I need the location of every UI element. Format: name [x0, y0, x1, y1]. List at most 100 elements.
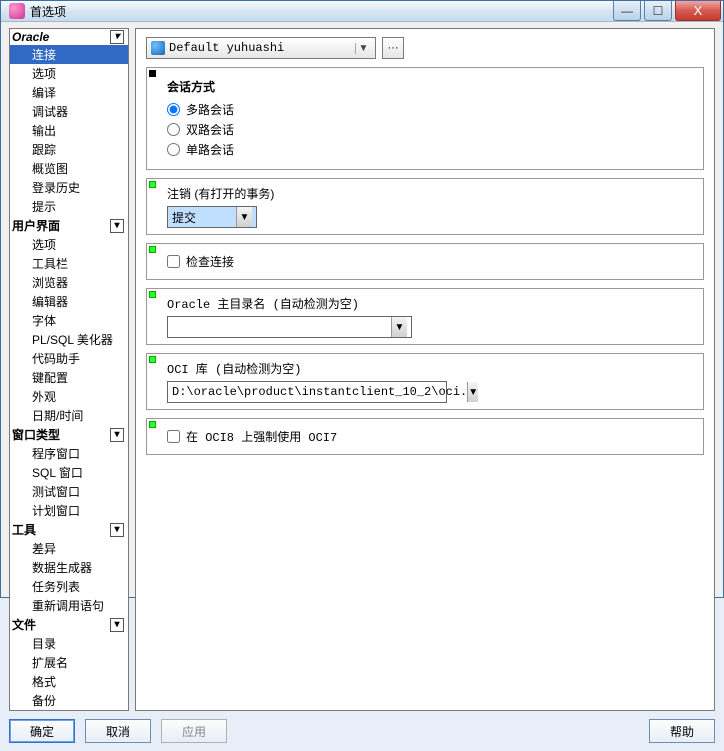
logout-label: 注销 (有打开的事务): [167, 185, 693, 202]
group-marker-icon: [149, 246, 156, 253]
tree-item[interactable]: 扩展名: [10, 653, 128, 672]
tree-category-ui[interactable]: 用户界面▾: [10, 216, 128, 235]
close-button[interactable]: X: [675, 1, 721, 21]
main-row: Oracle▾连接选项编译调试器输出跟踪概览图登录历史提示用户界面▾选项工具栏浏…: [9, 28, 715, 711]
oracle-home-label: Oracle 主目录名 (自动检测为空): [167, 295, 693, 312]
window-title: 首选项: [30, 3, 610, 20]
collapse-icon[interactable]: ▾: [110, 523, 124, 537]
oci-lib-group: OCI 库 (自动检测为空) D:\oracle\product\instant…: [146, 353, 704, 410]
oci-lib-label: OCI 库 (自动检测为空): [167, 360, 693, 377]
tree-item[interactable]: 数据生成器: [10, 558, 128, 577]
tree-item[interactable]: 浏览器: [10, 273, 128, 292]
group-marker-icon: [149, 291, 156, 298]
logout-select[interactable]: 提交 ▼: [167, 206, 257, 228]
profile-combo[interactable]: Default yuhuashi ▼: [146, 37, 376, 59]
help-button[interactable]: 帮助: [649, 719, 715, 743]
tree-item[interactable]: 键配置: [10, 368, 128, 387]
check-connection-group: 检查连接: [146, 243, 704, 280]
tree-item[interactable]: SQL 窗口: [10, 463, 128, 482]
session-mode-radio[interactable]: [167, 123, 180, 136]
collapse-icon[interactable]: ▾: [110, 30, 124, 44]
tree-category-label: 工具: [12, 521, 110, 538]
tree-item[interactable]: 目录: [10, 634, 128, 653]
tree-item[interactable]: 工具栏: [10, 254, 128, 273]
profile-icon: [151, 41, 165, 55]
tree-category-tools[interactable]: 工具▾: [10, 520, 128, 539]
tree-category-oracle[interactable]: Oracle▾: [10, 29, 128, 45]
chevron-down-icon: ▼: [236, 207, 252, 227]
session-mode-radio[interactable]: [167, 143, 180, 156]
tree-item[interactable]: 选项: [10, 235, 128, 254]
collapse-icon[interactable]: ▾: [110, 219, 124, 233]
logout-value: 提交: [172, 209, 236, 226]
tree-item[interactable]: 计划窗口: [10, 501, 128, 520]
tree-item[interactable]: 格式: [10, 672, 128, 691]
tree-category-files[interactable]: 文件▾: [10, 615, 128, 634]
chevron-down-icon: ▼: [355, 43, 371, 54]
collapse-icon[interactable]: ▾: [110, 428, 124, 442]
tree-category-wintype[interactable]: 窗口类型▾: [10, 425, 128, 444]
tree-item[interactable]: 调试器: [10, 102, 128, 121]
force-oci7-row[interactable]: 在 OCI8 上强制使用 OCI7: [167, 428, 693, 445]
tree-item[interactable]: 输出: [10, 121, 128, 140]
logout-group: 注销 (有打开的事务) 提交 ▼: [146, 178, 704, 235]
tree-item[interactable]: 外观: [10, 387, 128, 406]
tree-item[interactable]: 编译: [10, 83, 128, 102]
force-oci7-label: 在 OCI8 上强制使用 OCI7: [186, 428, 337, 445]
force-oci7-checkbox[interactable]: [167, 430, 180, 443]
session-mode-title: 会话方式: [167, 78, 693, 95]
tree-item[interactable]: 日期/时间: [10, 406, 128, 425]
session-mode-radio[interactable]: [167, 103, 180, 116]
tree-item[interactable]: 代码助手: [10, 349, 128, 368]
sidebar: Oracle▾连接选项编译调试器输出跟踪概览图登录历史提示用户界面▾选项工具栏浏…: [9, 28, 129, 711]
tree-item[interactable]: 程序窗口: [10, 444, 128, 463]
tree-item[interactable]: 选项: [10, 64, 128, 83]
tree-item[interactable]: 跟踪: [10, 140, 128, 159]
settings-panel: Default yuhuashi ▼ ··· 会话方式 多路会话双路会话单路会话…: [135, 28, 715, 711]
tree-item[interactable]: 登录历史: [10, 178, 128, 197]
oci-lib-select[interactable]: D:\oracle\product\instantclient_10_2\oci…: [167, 381, 447, 403]
group-marker-icon: [149, 421, 156, 428]
tree-item[interactable]: 字体: [10, 311, 128, 330]
tree-category-label: Oracle: [12, 30, 110, 44]
profile-more-button[interactable]: ···: [382, 37, 404, 59]
tree-item[interactable]: PL/SQL 美化器: [10, 330, 128, 349]
tree-item[interactable]: 连接: [10, 45, 128, 64]
title-bar: 首选项 — ☐ X: [1, 1, 723, 22]
session-mode-label: 双路会话: [186, 121, 234, 138]
profile-value: Default yuhuashi: [169, 41, 351, 55]
session-mode-group: 会话方式 多路会话双路会话单路会话: [146, 67, 704, 170]
oracle-home-group: Oracle 主目录名 (自动检测为空) ▼: [146, 288, 704, 345]
tree-category-label: 用户界面: [12, 217, 110, 234]
tree-category-label: 文件: [12, 616, 110, 633]
session-mode-option[interactable]: 双路会话: [167, 121, 693, 138]
chevron-down-icon: ▼: [467, 382, 478, 402]
tree-item[interactable]: 重新调用语句: [10, 596, 128, 615]
tree-item[interactable]: 提示: [10, 197, 128, 216]
group-marker-icon: [149, 356, 156, 363]
profile-row: Default yuhuashi ▼ ···: [146, 37, 704, 59]
apply-button[interactable]: 应用: [161, 719, 227, 743]
tree-item[interactable]: 测试窗口: [10, 482, 128, 501]
ok-button[interactable]: 确定: [9, 719, 75, 743]
cancel-button[interactable]: 取消: [85, 719, 151, 743]
tree-item[interactable]: 概览图: [10, 159, 128, 178]
tree-item[interactable]: 差异: [10, 539, 128, 558]
check-connection-row[interactable]: 检查连接: [167, 253, 693, 270]
session-mode-option[interactable]: 多路会话: [167, 101, 693, 118]
tree-item[interactable]: 备份: [10, 691, 128, 710]
tree-item[interactable]: 任务列表: [10, 577, 128, 596]
window-controls: — ☐ X: [610, 1, 721, 21]
oracle-home-select[interactable]: ▼: [167, 316, 412, 338]
session-mode-label: 多路会话: [186, 101, 234, 118]
check-connection-label: 检查连接: [186, 253, 234, 270]
sidebar-scroll[interactable]: Oracle▾连接选项编译调试器输出跟踪概览图登录历史提示用户界面▾选项工具栏浏…: [10, 29, 128, 710]
maximize-button[interactable]: ☐: [644, 1, 672, 21]
session-mode-option[interactable]: 单路会话: [167, 141, 693, 158]
session-mode-label: 单路会话: [186, 141, 234, 158]
collapse-icon[interactable]: ▾: [110, 618, 124, 632]
tree-item[interactable]: 编辑器: [10, 292, 128, 311]
check-connection-checkbox[interactable]: [167, 255, 180, 268]
minimize-button[interactable]: —: [613, 1, 641, 21]
dialog-buttons: 确定 取消 应用 帮助: [9, 711, 715, 743]
